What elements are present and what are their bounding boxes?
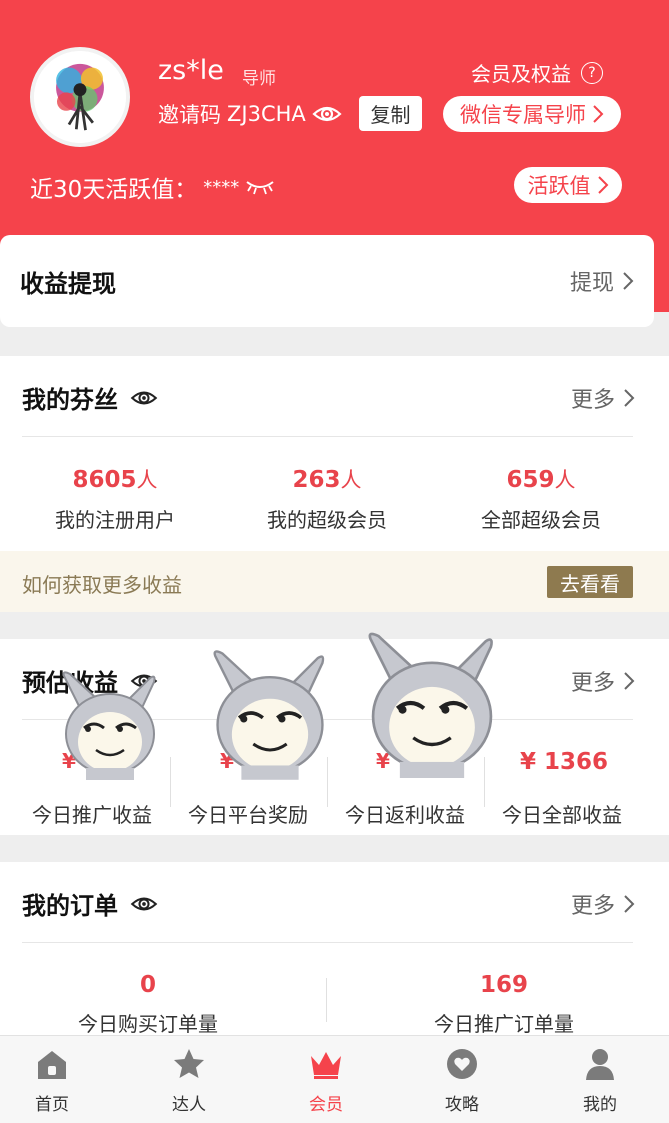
member-benefits-link[interactable]: 会员及权益 ? bbox=[471, 58, 603, 87]
copy-button[interactable]: 复制 bbox=[359, 96, 422, 131]
withdraw-title: 收益提现 bbox=[20, 269, 116, 298]
tab-mine[interactable]: 我的 bbox=[550, 1046, 650, 1115]
promo-button[interactable]: 去看看 bbox=[547, 566, 633, 598]
chevron-right-icon bbox=[624, 895, 635, 913]
eye-icon[interactable] bbox=[312, 103, 342, 125]
orders-title: 我的订单 bbox=[22, 892, 118, 920]
person-icon bbox=[586, 1049, 614, 1080]
stat-label: 今日购买订单量 bbox=[78, 1012, 218, 1036]
divider bbox=[326, 978, 327, 1022]
avatar[interactable] bbox=[30, 47, 130, 147]
eye-closed-icon[interactable] bbox=[245, 178, 275, 196]
earnings-more-link[interactable]: 更多 bbox=[571, 665, 635, 697]
stat-unit: 人 bbox=[136, 468, 158, 492]
eye-icon[interactable] bbox=[130, 894, 158, 914]
more-label: 更多 bbox=[570, 671, 615, 696]
stat-value: 659 bbox=[506, 467, 555, 493]
orders-stat[interactable]: 169 今日推广订单量 bbox=[386, 972, 622, 1037]
fans-stat[interactable]: 263人 我的超级会员 bbox=[232, 464, 422, 533]
stat-value: 169 bbox=[479, 972, 528, 998]
earnings-stat[interactable]: ¥ 1366 bbox=[486, 749, 642, 775]
stat-label: 今日平台奖励 bbox=[188, 803, 308, 827]
chevron-right-icon bbox=[624, 389, 635, 407]
more-label: 更多 bbox=[570, 388, 615, 413]
chevron-right-icon bbox=[597, 176, 608, 194]
stat-value: 263 bbox=[292, 467, 341, 493]
withdraw-action[interactable]: 提现 bbox=[570, 265, 634, 297]
tab-label: 我的 bbox=[583, 1095, 617, 1115]
chevron-right-icon bbox=[593, 105, 604, 123]
invite-code-row: 邀请码 ZJ3CHA bbox=[158, 99, 342, 129]
active-value-label: 近30天活跃值： bbox=[30, 177, 198, 203]
orders-stat[interactable]: 0 今日购买订单量 bbox=[30, 972, 266, 1037]
heart-icon bbox=[447, 1049, 477, 1079]
stat-label: 今日推广订单量 bbox=[434, 1012, 574, 1036]
role-badge: 导师 bbox=[242, 69, 276, 89]
home-icon bbox=[38, 1051, 66, 1079]
star-icon bbox=[174, 1049, 204, 1078]
invite-label: 邀请码 bbox=[158, 103, 221, 127]
wechat-mentor-label: 微信专属导师 bbox=[460, 103, 586, 127]
fans-stat[interactable]: 659人 全部超级会员 bbox=[446, 464, 636, 533]
bunny-sticker-icon bbox=[213, 650, 325, 780]
fans-title: 我的芬丝 bbox=[22, 386, 118, 414]
stat-unit: 人 bbox=[340, 468, 362, 492]
stat-label: 我的超级会员 bbox=[267, 508, 387, 532]
stat-unit: 人 bbox=[554, 468, 576, 492]
orders-header: 我的订单 bbox=[22, 886, 158, 921]
tab-label: 会员 bbox=[309, 1095, 343, 1115]
bunny-sticker-icon bbox=[62, 671, 156, 780]
invite-code: ZJ3CHA bbox=[227, 102, 306, 126]
divider bbox=[22, 436, 633, 437]
bunny-sticker-icon bbox=[368, 632, 493, 778]
fans-stat[interactable]: 8605人 我的注册用户 bbox=[20, 464, 210, 533]
tab-label: 达人 bbox=[172, 1095, 206, 1115]
wechat-mentor-button[interactable]: 微信专属导师 bbox=[443, 96, 621, 132]
active-value-button[interactable]: 活跃值 bbox=[514, 167, 622, 203]
tab-experts[interactable]: 达人 bbox=[139, 1046, 239, 1115]
active-value-masked: **** bbox=[203, 176, 240, 198]
chevron-right-icon bbox=[623, 272, 634, 290]
benefits-label: 会员及权益 bbox=[471, 62, 571, 86]
stat-value: 8605 bbox=[72, 467, 137, 493]
username: zs*le bbox=[158, 55, 224, 86]
fans-header: 我的芬丝 bbox=[22, 380, 158, 415]
withdraw-action-label: 提现 bbox=[569, 271, 614, 296]
stat-value: ¥ 1366 bbox=[519, 749, 609, 775]
tab-guide[interactable]: 攻略 bbox=[412, 1046, 512, 1115]
stat-label: 我的注册用户 bbox=[55, 508, 175, 532]
fans-section: 我的芬丝 更多 8605人 我的注册用户 263人 我的超级会员 659人 全部… bbox=[0, 356, 669, 551]
promo-text: 如何获取更多收益 bbox=[22, 573, 182, 597]
stat-label: 今日返利收益 bbox=[345, 803, 465, 827]
orders-more-link[interactable]: 更多 bbox=[571, 888, 635, 920]
tab-member[interactable]: 会员 bbox=[276, 1046, 376, 1115]
crown-icon bbox=[311, 1052, 341, 1079]
tab-label: 攻略 bbox=[445, 1095, 479, 1115]
chevron-right-icon bbox=[624, 672, 635, 690]
divider bbox=[22, 942, 633, 943]
bottom-tab-bar: 首页 达人 会员 攻略 我的 bbox=[0, 1035, 669, 1123]
tab-home[interactable]: 首页 bbox=[2, 1046, 102, 1115]
help-icon[interactable]: ? bbox=[581, 61, 603, 84]
orders-section: 我的订单 更多 0 今日购买订单量 169 今日推广订单量 bbox=[0, 862, 669, 1037]
more-label: 更多 bbox=[570, 894, 615, 919]
tab-label: 首页 bbox=[35, 1095, 69, 1115]
stat-value: 0 bbox=[139, 972, 156, 998]
fans-more-link[interactable]: 更多 bbox=[571, 382, 635, 414]
stat-label: 今日全部收益 bbox=[502, 803, 622, 827]
withdraw-card[interactable]: 收益提现 提现 bbox=[0, 235, 654, 327]
active-value-button-label: 活跃值 bbox=[527, 174, 591, 198]
eye-icon[interactable] bbox=[130, 388, 158, 408]
stat-label: 今日推广收益 bbox=[32, 803, 152, 827]
stat-label: 全部超级会员 bbox=[481, 508, 601, 532]
active-value-row: 近30天活跃值： **** bbox=[30, 170, 275, 204]
